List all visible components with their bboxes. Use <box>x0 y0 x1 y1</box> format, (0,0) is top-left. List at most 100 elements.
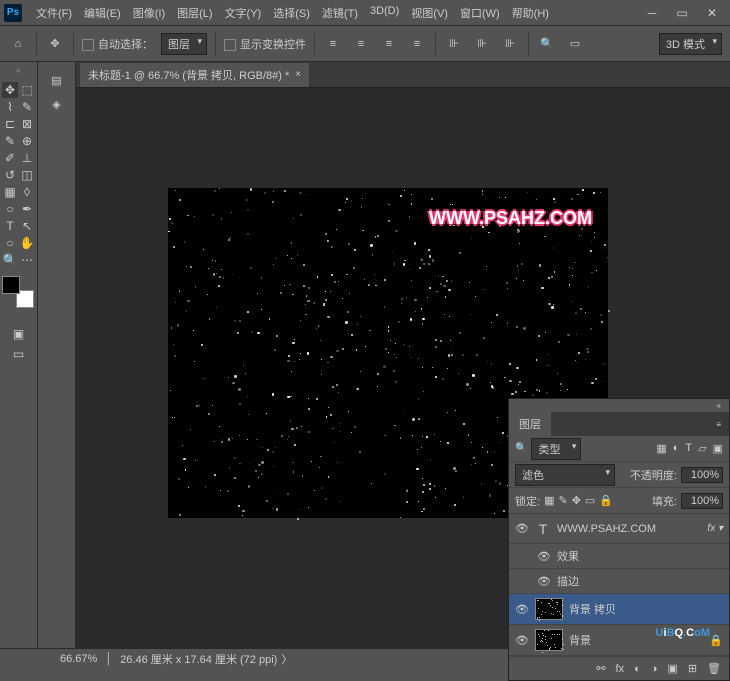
menu-item[interactable]: 图像(I) <box>127 1 171 25</box>
title-bar: Ps 文件(F)编辑(E)图像(I)图层(L)文字(Y)选择(S)滤镜(T)3D… <box>0 0 730 26</box>
panel-icon[interactable]: ◈ <box>47 94 67 114</box>
gradient-tool[interactable]: ▦ <box>2 184 18 200</box>
align-icon[interactable]: ≡ <box>323 34 343 54</box>
layer-style-icon[interactable]: fx <box>616 663 625 675</box>
lock-artboard-icon[interactable]: ▭ <box>585 494 595 507</box>
options-bar: ⌂ ✥ 自动选择： 图层 显示变换控件 ≡ ≡ ≡ ≡ ⊪ ⊪ ⊪ 🔍 ▭ 3D… <box>0 26 730 62</box>
menu-item[interactable]: 文字(Y) <box>219 1 268 25</box>
menu-item[interactable]: 图层(L) <box>171 1 218 25</box>
menu-item[interactable]: 3D(D) <box>364 1 405 25</box>
panel-menu-icon[interactable]: ≡ <box>708 420 729 429</box>
healing-tool[interactable]: ⊕ <box>19 133 35 149</box>
layer-row[interactable]: 👁TWWW.PSAHZ.COMfx ▾ <box>509 514 729 544</box>
distribute-icon[interactable]: ⊪ <box>500 34 520 54</box>
blur-tool[interactable]: ◊ <box>19 184 35 200</box>
quick-mask-icon[interactable]: ▣ <box>11 326 27 342</box>
visibility-icon[interactable]: 👁 <box>537 575 551 588</box>
path-select-tool[interactable]: ↖ <box>19 218 35 234</box>
dodge-tool[interactable]: ○ <box>2 201 18 217</box>
crop-tool[interactable]: ⊏ <box>2 116 18 132</box>
3d-mode-dropdown[interactable]: 3D 模式 <box>659 33 722 55</box>
quick-select-tool[interactable]: ✎ <box>19 99 35 115</box>
auto-select-dropdown[interactable]: 图层 <box>161 33 207 55</box>
auto-select-checkbox[interactable]: 自动选择： <box>82 36 153 52</box>
move-tool[interactable]: ✥ <box>2 82 18 98</box>
filter-pixel-icon[interactable]: ▦ <box>656 442 666 455</box>
align-icon[interactable]: ≡ <box>407 34 427 54</box>
menu-item[interactable]: 窗口(W) <box>454 1 506 25</box>
home-icon[interactable]: ⌂ <box>8 34 28 54</box>
shape-tool[interactable]: ○ <box>2 235 18 251</box>
search-icon[interactable]: 🔍 <box>537 34 557 54</box>
type-tool[interactable]: T <box>2 218 18 234</box>
layer-row[interactable]: 👁描边 <box>509 569 729 594</box>
panel-icon[interactable]: ▤ <box>47 70 67 90</box>
panel-collapse-icon[interactable]: « <box>509 399 729 412</box>
close-button[interactable]: ✕ <box>698 3 726 23</box>
eyedropper-tool[interactable]: ✎ <box>2 133 18 149</box>
lock-transparent-icon[interactable]: ▦ <box>544 494 554 507</box>
toolbox: « ✥ ⬚ ⌇ ✎ ⊏ ⊠ ✎ ⊕ ✐ ⊥ ↺ ◫ ▦ ◊ ○ ✒ T ↖ ○ … <box>0 62 38 648</box>
blend-mode-dropdown[interactable]: 滤色 <box>515 464 615 486</box>
opacity-input[interactable]: 100% <box>681 467 723 483</box>
marquee-tool[interactable]: ⬚ <box>19 82 35 98</box>
fx-badge[interactable]: fx ▾ <box>707 523 723 534</box>
document-tabs: 未标题-1 @ 66.7% (背景 拷贝, RGB/8#) * × <box>76 62 730 88</box>
align-icon[interactable]: ≡ <box>351 34 371 54</box>
lasso-tool[interactable]: ⌇ <box>2 99 18 115</box>
fill-input[interactable]: 100% <box>681 493 723 509</box>
minimize-button[interactable]: ─ <box>638 3 666 23</box>
edit-toolbar[interactable]: ⋯ <box>19 252 35 268</box>
collapse-icon[interactable]: « <box>2 66 35 78</box>
menu-item[interactable]: 滤镜(T) <box>316 1 364 25</box>
layers-tab[interactable]: 图层 <box>509 412 551 436</box>
delete-layer-icon[interactable]: 🗑 <box>707 662 721 675</box>
show-transform-checkbox[interactable]: 显示变换控件 <box>224 36 306 52</box>
window-controls: ─ ▭ ✕ <box>638 3 726 23</box>
filter-smart-icon[interactable]: ▣ <box>713 442 723 455</box>
document-tab[interactable]: 未标题-1 @ 66.7% (背景 拷贝, RGB/8#) * × <box>80 63 309 87</box>
visibility-icon[interactable]: 👁 <box>515 603 529 616</box>
frame-tool[interactable]: ⊠ <box>19 116 35 132</box>
filter-shape-icon[interactable]: ▱ <box>698 442 706 455</box>
eraser-tool[interactable]: ◫ <box>19 167 35 183</box>
visibility-icon[interactable]: 👁 <box>515 634 529 647</box>
new-layer-icon[interactable]: ⊞ <box>688 662 697 675</box>
maximize-button[interactable]: ▭ <box>668 3 696 23</box>
move-tool-icon[interactable]: ✥ <box>45 34 65 54</box>
layer-row[interactable]: 👁效果 <box>509 544 729 569</box>
group-icon[interactable]: ▣ <box>667 662 677 675</box>
zoom-tool[interactable]: 🔍 <box>2 252 18 268</box>
menu-item[interactable]: 帮助(H) <box>506 1 555 25</box>
menu-item[interactable]: 文件(F) <box>30 1 78 25</box>
menu-item[interactable]: 选择(S) <box>267 1 316 25</box>
filter-type-icon[interactable]: T <box>685 442 692 455</box>
pen-tool[interactable]: ✒ <box>19 201 35 217</box>
brush-tool[interactable]: ✐ <box>2 150 18 166</box>
link-layers-icon[interactable]: ⚯ <box>596 662 605 675</box>
layer-mask-icon[interactable]: ◐ <box>634 663 641 675</box>
stamp-tool[interactable]: ⊥ <box>19 150 35 166</box>
lock-all-icon[interactable]: 🔒 <box>599 494 613 507</box>
adjustment-layer-icon[interactable]: ◑ <box>651 663 658 675</box>
lock-paint-icon[interactable]: ✎ <box>558 494 567 507</box>
visibility-icon[interactable]: 👁 <box>515 522 529 535</box>
tab-close-icon[interactable]: × <box>295 69 301 80</box>
zoom-level[interactable]: 66.67% <box>60 653 97 665</box>
align-icon[interactable]: ≡ <box>379 34 399 54</box>
foreground-color[interactable] <box>2 276 20 294</box>
visibility-icon[interactable]: 👁 <box>537 550 551 563</box>
filter-adjust-icon[interactable]: ◐ <box>673 442 680 455</box>
type-layer-icon: T <box>535 521 551 537</box>
history-brush-tool[interactable]: ↺ <box>2 167 18 183</box>
menu-item[interactable]: 编辑(E) <box>78 1 127 25</box>
distribute-icon[interactable]: ⊪ <box>472 34 492 54</box>
lock-position-icon[interactable]: ✥ <box>572 494 581 507</box>
screen-mode-icon[interactable]: ▭ <box>11 346 27 362</box>
filter-type-dropdown[interactable]: 类型 <box>531 438 581 460</box>
menu-item[interactable]: 视图(V) <box>405 1 454 25</box>
color-swatches[interactable] <box>2 276 34 308</box>
distribute-icon[interactable]: ⊪ <box>444 34 464 54</box>
hand-tool[interactable]: ✋ <box>19 235 35 251</box>
frame-icon[interactable]: ▭ <box>565 34 585 54</box>
